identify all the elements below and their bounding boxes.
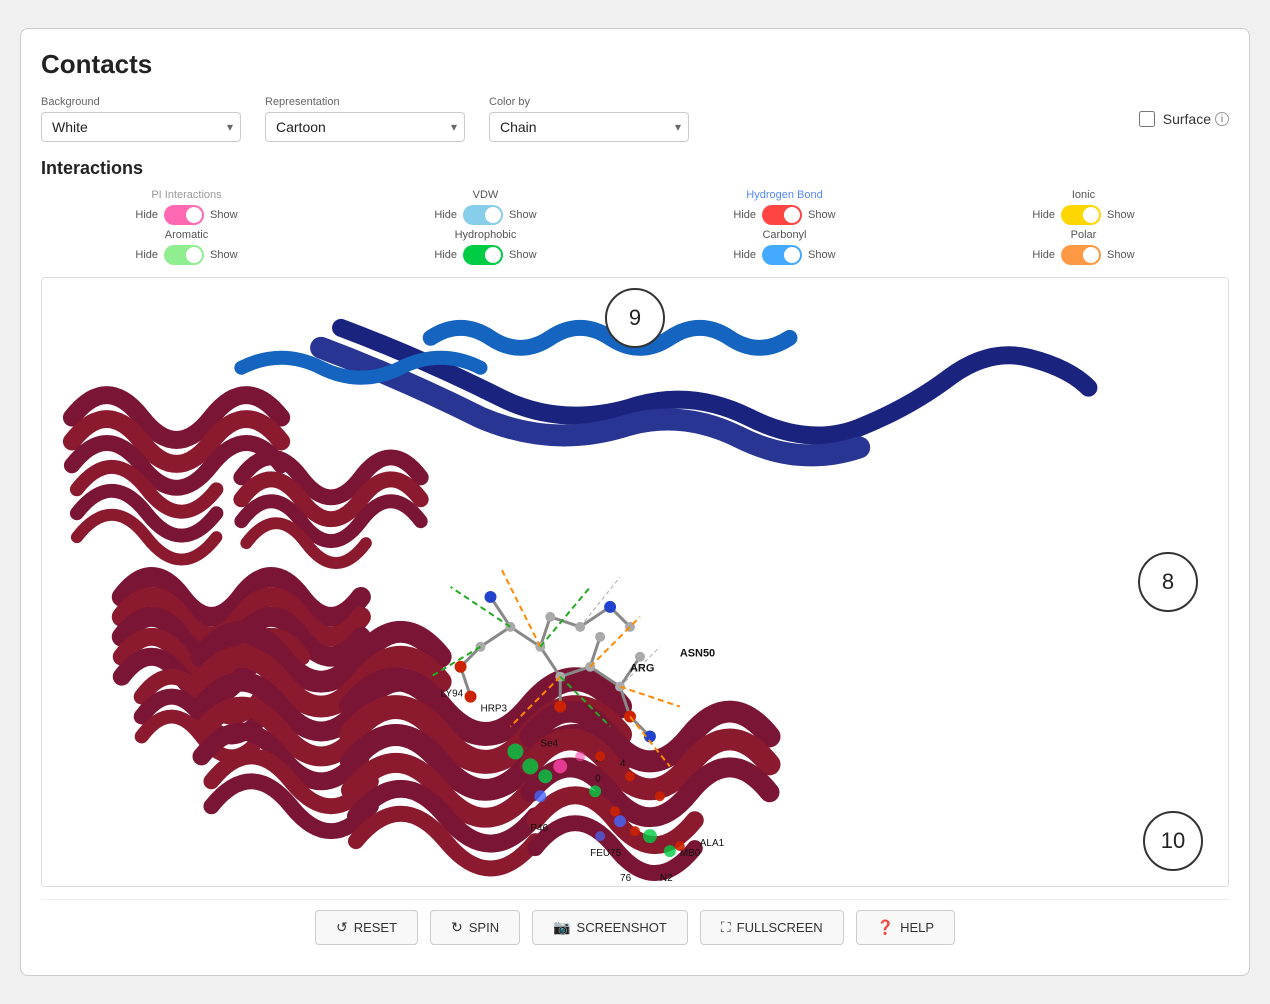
carbonyl-show-label: Show (808, 249, 836, 261)
vdw-item: VDW Hide Show (340, 189, 631, 225)
colorby-label: Color by (489, 96, 689, 108)
hbond-hide-label: Hide (733, 209, 756, 221)
carbonyl-toggle-row: Hide Show (733, 245, 835, 265)
vdw-show-label: Show (509, 209, 537, 221)
reset-button[interactable]: ↺ RESET (315, 910, 418, 945)
aromatic-hide-label: Hide (135, 249, 158, 261)
svg-text:0: 0 (595, 773, 601, 784)
surface-checkbox[interactable] (1139, 111, 1155, 127)
fullscreen-icon: ⛶ (721, 919, 731, 936)
colorby-select-wrapper[interactable]: Chain Residue Secondary Structure B-fact… (489, 112, 689, 142)
page-title: Contacts (41, 49, 1229, 80)
background-select[interactable]: White Black Gray (41, 112, 241, 142)
colorby-control: Color by Chain Residue Secondary Structu… (489, 96, 689, 142)
carbonyl-name: Carbonyl (762, 229, 806, 241)
interactions-section: Interactions PI Interactions Hide Show V… (41, 158, 1229, 265)
polar-toggle-row: Hide Show (1032, 245, 1134, 265)
carbonyl-hide-label: Hide (733, 249, 756, 261)
polar-name: Polar (1071, 229, 1097, 241)
polar-toggle[interactable] (1061, 245, 1101, 265)
screenshot-icon: 📷 (553, 919, 570, 936)
vdw-toggle-row: Hide Show (434, 205, 536, 225)
help-icon: ❓ (877, 919, 894, 936)
vdw-hide-label: Hide (434, 209, 457, 221)
toolbar: ↺ RESET ↻ SPIN 📷 SCREENSHOT ⛶ FULLSCREEN… (41, 899, 1229, 955)
svg-text:P46: P46 (530, 823, 548, 834)
protein-visualization: ARG ASN50 LY94 HRP3 Se4 2. 4 0 P46 FEU75… (42, 278, 1228, 886)
badge-10: 10 (1143, 811, 1203, 871)
svg-text:4: 4 (620, 758, 626, 769)
svg-text:Se4: Se4 (540, 738, 558, 749)
svg-text:ARG: ARG (630, 663, 654, 675)
hydrophobic-name: Hydrophobic (455, 229, 517, 241)
screenshot-button[interactable]: 📷 SCREENSHOT (532, 910, 688, 945)
fullscreen-button[interactable]: ⛶ FULLSCREEN (700, 910, 844, 945)
background-label: Background (41, 96, 241, 108)
svg-text:ALA1: ALA1 (700, 838, 725, 849)
hydrophobic-show-label: Show (509, 249, 537, 261)
svg-text:LY94: LY94 (441, 689, 464, 700)
pi-toggle[interactable] (164, 205, 204, 225)
polar-item: Polar Hide Show (938, 229, 1229, 265)
ionic-hide-label: Hide (1032, 209, 1055, 221)
ionic-toggle[interactable] (1061, 205, 1101, 225)
aromatic-toggle[interactable] (164, 245, 204, 265)
ionic-item: Ionic Hide Show (938, 189, 1229, 225)
aromatic-show-label: Show (210, 249, 238, 261)
background-control: Background White Black Gray (41, 96, 241, 142)
svg-text:ASN50: ASN50 (680, 648, 715, 660)
carbonyl-toggle[interactable] (762, 245, 802, 265)
ionic-name: Ionic (1072, 189, 1095, 201)
hydrophobic-toggle[interactable] (463, 245, 503, 265)
aromatic-name: Aromatic (165, 229, 208, 241)
aromatic-item: Aromatic Hide Show (41, 229, 332, 265)
hydrophobic-item: Hydrophobic Hide Show (340, 229, 631, 265)
ionic-show-label: Show (1107, 209, 1135, 221)
controls-row: Background White Black Gray Representati… (41, 96, 1229, 142)
reset-icon: ↺ (336, 919, 348, 936)
pi-show-label: Show (210, 209, 238, 221)
pi-hide-label: Hide (135, 209, 158, 221)
badge-9: 9 (605, 288, 665, 348)
aromatic-toggle-row: Hide Show (135, 245, 237, 265)
representation-select[interactable]: Cartoon Ball+Stick Surface Ribbon (265, 112, 465, 142)
spin-icon: ↻ (451, 919, 463, 936)
badge-8: 8 (1138, 552, 1198, 612)
pi-interactions-item: PI Interactions Hide Show (41, 189, 332, 225)
svg-text:FEU75: FEU75 (590, 848, 621, 859)
pi-interactions-name: PI Interactions (151, 189, 221, 201)
hydrophobic-toggle-row: Hide Show (434, 245, 536, 265)
help-button[interactable]: ❓ HELP (856, 910, 955, 945)
polar-show-label: Show (1107, 249, 1135, 261)
spin-button[interactable]: ↻ SPIN (430, 910, 520, 945)
representation-label: Representation (265, 96, 465, 108)
ionic-toggle-row: Hide Show (1032, 205, 1134, 225)
svg-text:N2: N2 (660, 873, 673, 884)
representation-control: Representation Cartoon Ball+Stick Surfac… (265, 96, 465, 142)
hbond-item: Hydrogen Bond Hide Show (639, 189, 930, 225)
background-select-wrapper[interactable]: White Black Gray (41, 112, 241, 142)
app-container: Contacts Background White Black Gray Rep… (20, 28, 1250, 976)
hbond-show-label: Show (808, 209, 836, 221)
svg-text:HRP3: HRP3 (481, 704, 508, 715)
pi-toggle-row: Hide Show (135, 205, 237, 225)
hbond-toggle-row: Hide Show (733, 205, 835, 225)
colorby-select[interactable]: Chain Residue Secondary Structure B-fact… (489, 112, 689, 142)
hbond-name: Hydrogen Bond (746, 189, 822, 201)
surface-info-icon[interactable]: i (1215, 112, 1229, 126)
polar-hide-label: Hide (1032, 249, 1055, 261)
hydrophobic-hide-label: Hide (434, 249, 457, 261)
representation-select-wrapper[interactable]: Cartoon Ball+Stick Surface Ribbon (265, 112, 465, 142)
svg-text:76: 76 (620, 873, 632, 884)
viewer-area[interactable]: ARG ASN50 LY94 HRP3 Se4 2. 4 0 P46 FEU75… (41, 277, 1229, 887)
surface-group: Surface i (1139, 111, 1229, 127)
hbond-toggle[interactable] (762, 205, 802, 225)
interactions-title: Interactions (41, 158, 1229, 179)
interactions-grid: PI Interactions Hide Show VDW Hide (41, 189, 1229, 265)
vdw-name: VDW (473, 189, 499, 201)
vdw-toggle[interactable] (463, 205, 503, 225)
surface-label: Surface i (1163, 111, 1229, 127)
carbonyl-item: Carbonyl Hide Show (639, 229, 930, 265)
